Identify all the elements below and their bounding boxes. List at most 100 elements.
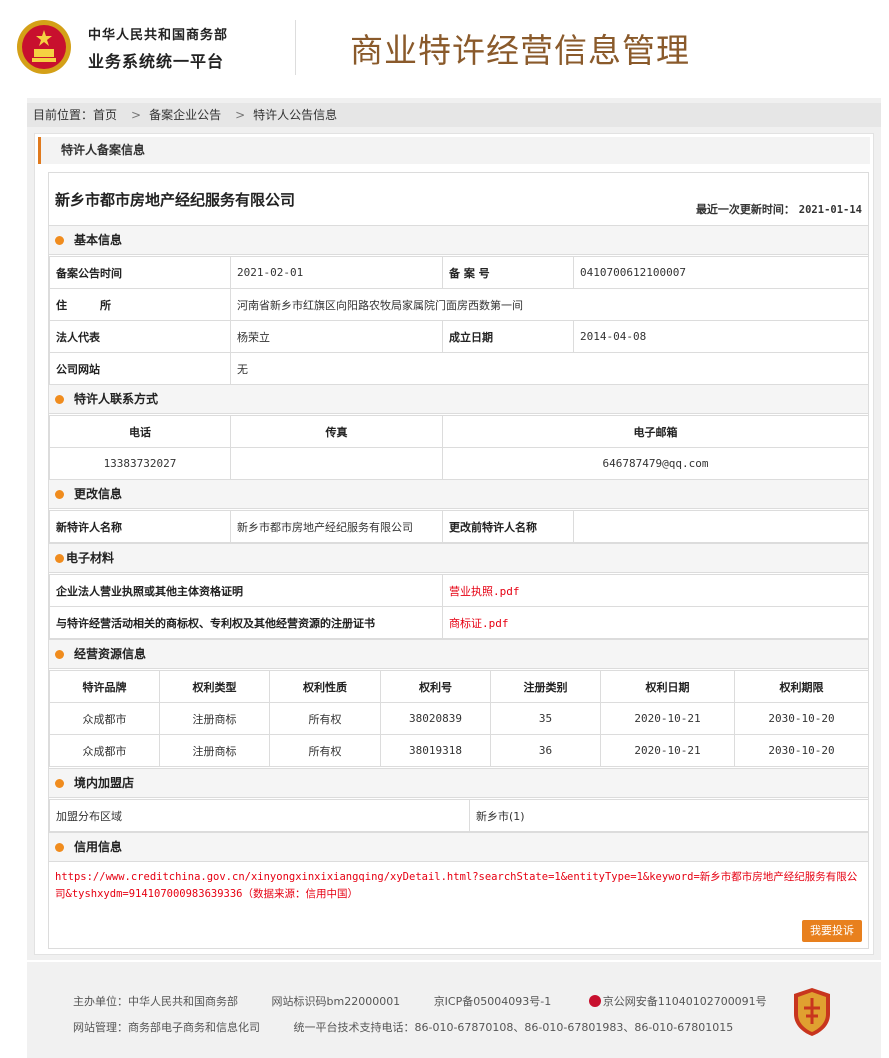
announce-time-value: 2021-02-01 [230,256,443,289]
founded-label: 成立日期 [442,320,574,353]
last-updated: 最近一次更新时间： 2021-01-14 [696,201,862,217]
license-file-link[interactable]: 营业执照.pdf [442,574,869,607]
national-emblem-icon [17,20,71,74]
bullet-icon [55,395,64,404]
table-row: 众成都市 注册商标 所有权 38019318 36 2020-10-21 203… [49,734,869,767]
trademark-file-link[interactable]: 商标证.pdf [442,606,869,639]
column-header: 权利号 [380,670,491,703]
bullet-icon [55,843,64,852]
gov-find-error-icon[interactable] [790,986,834,1038]
breadcrumb-home[interactable]: 首页 [93,108,117,122]
info-card: 新乡市都市房地产经纪服务有限公司 最近一次更新时间： 2021-01-14 基本… [48,172,869,949]
website-value: 无 [230,352,869,385]
record-no-value: 0410700612100007 [573,256,869,289]
table-cell: 38019318 [380,734,491,767]
announce-time-label: 备案公告时间 [49,256,231,289]
fax-value [230,447,443,480]
phone-header: 电话 [49,415,231,448]
bullet-icon [55,650,64,659]
footer-maintainer: 网站管理：商务部电子商务和信息化司 [73,1021,260,1034]
chevron-right-icon: > [235,108,246,122]
table-row: 13383732027 646787479@qq.com [49,447,869,480]
header-divider [295,20,296,75]
site-header: 中华人民共和国商务部 业务系统统一平台 商业特许经营信息管理 [0,0,889,98]
table-row: 众成都市 注册商标 所有权 38020839 35 2020-10-21 203… [49,702,869,735]
section-basic-info: 基本信息 [49,225,868,255]
contact-table: 电话 传真 电子邮箱 13383732027 646787479@qq.com [49,415,869,480]
breadcrumb-announcements[interactable]: 备案企业公告 [149,108,221,122]
footer-police: 京公网安备11040102700091号 [602,995,767,1008]
table-cell: 38020839 [380,702,491,735]
column-header: 权利日期 [600,670,735,703]
section-title: 境内加盟店 [74,776,135,790]
footer-row: 网站管理：商务部电子商务和信息化司 统一平台技术支持电话：86-010-6787… [73,1019,763,1035]
last-updated-value: 2021-01-14 [798,204,862,216]
phone-value: 13383732027 [49,447,231,480]
table-cell: 所有权 [269,702,381,735]
table-cell: 注册商标 [159,702,270,735]
basic-info-table: 备案公告时间 2021-02-01 备 案 号 0410700612100007… [49,256,869,385]
trademark-label: 与特许经营活动相关的商标权、专利权及其他经营资源的注册证书 [49,606,443,639]
section-title: 更改信息 [74,487,123,501]
table-cell: 众成都市 [49,702,160,735]
license-label: 企业法人营业执照或其他主体资格证明 [49,574,443,607]
table-cell: 注册商标 [159,734,270,767]
company-name: 新乡市都市房地产经纪服务有限公司 [55,191,296,209]
franchise-table: 加盟分布区域 新乡市(1) [49,799,869,832]
breadcrumb-current: 特许人公告信息 [253,108,338,122]
footer-hotline: 统一平台技术支持电话：86-010-67870108、86-010-678019… [293,1021,734,1034]
footer-icp[interactable]: 京ICP备05004093号-1 [434,995,552,1008]
address-value: 河南省新乡市红旗区向阳路农牧局家属院门面房西数第一间 [230,288,869,321]
section-credit: 信用信息 [49,832,868,862]
breadcrumb-prefix: 目前位置： [33,108,94,122]
legal-rep-label: 法人代表 [49,320,231,353]
section-title: 特许人联系方式 [74,392,159,406]
section-resources: 经营资源信息 [49,639,868,669]
table-cell: 36 [490,734,601,767]
footer-row: 主办单位：中华人民共和国商务部 网站标识码bm22000001 京ICP备050… [73,993,767,1009]
site-footer: 主办单位：中华人民共和国商务部 网站标识码bm22000001 京ICP备050… [27,962,881,1058]
table-row: 加盟分布区域 新乡市(1) [49,799,869,832]
legal-rep-value: 杨荣立 [230,320,443,353]
credit-link[interactable]: https://www.creditchina.gov.cn/xinyongxi… [55,869,863,903]
footer-police-wrap[interactable]: 京公网安备11040102700091号 [588,995,767,1008]
last-updated-label: 最近一次更新时间： [695,203,795,216]
table-row: 备案公告时间 2021-02-01 备 案 号 0410700612100007 [49,256,869,289]
table-header-row: 特许品牌 权利类型 权利性质 权利号 注册类别 权利日期 权利期限 [49,670,869,703]
section-materials: 电子材料 [49,543,868,573]
table-row: 电话 传真 电子邮箱 [49,415,869,448]
footer-sponsor: 主办单位：中华人民共和国商务部 [73,995,238,1008]
column-header: 注册类别 [490,670,601,703]
table-cell: 2030-10-20 [734,734,869,767]
section-title: 基本信息 [74,233,123,247]
column-header: 权利类型 [159,670,270,703]
table-row: 新特许人名称 新乡市都市房地产经纪服务有限公司 更改前特许人名称 [49,510,869,543]
system-title: 商业特许经营信息管理 [350,31,690,70]
org-name: 中华人民共和国商务部 [88,28,229,43]
table-row: 与特许经营活动相关的商标权、专利权及其他经营资源的注册证书 商标证.pdf [49,606,869,639]
new-name-value: 新乡市都市房地产经纪服务有限公司 [230,510,443,543]
complain-button[interactable]: 我要投诉 [802,920,862,942]
table-row: 公司网站 无 [49,352,869,385]
table-row: 住 所 河南省新乡市红旗区向阳路农牧局家属院门面房西数第一间 [49,288,869,321]
section-franchise: 境内加盟店 [49,768,868,798]
email-header: 电子邮箱 [442,415,869,448]
old-name-label: 更改前特许人名称 [442,510,574,543]
table-cell: 2030-10-20 [734,702,869,735]
police-badge-icon [588,995,601,1007]
column-header: 权利性质 [269,670,381,703]
platform-name: 业务系统统一平台 [88,52,225,71]
bullet-icon [55,236,64,245]
email-value: 646787479@qq.com [442,447,869,480]
table-cell: 2020-10-21 [600,734,735,767]
footer-site-code: 网站标识码bm22000001 [271,995,401,1008]
chevron-right-icon: > [131,108,142,122]
fax-header: 传真 [230,415,443,448]
bullet-icon [55,779,64,788]
table-cell: 所有权 [269,734,381,767]
change-table: 新特许人名称 新乡市都市房地产经纪服务有限公司 更改前特许人名称 [49,510,869,543]
address-label: 住 所 [49,288,231,321]
section-contact: 特许人联系方式 [49,384,868,414]
record-no-label: 备 案 号 [442,256,574,289]
breadcrumb: 目前位置：首页 > 备案企业公告 > 特许人公告信息 [27,103,881,127]
